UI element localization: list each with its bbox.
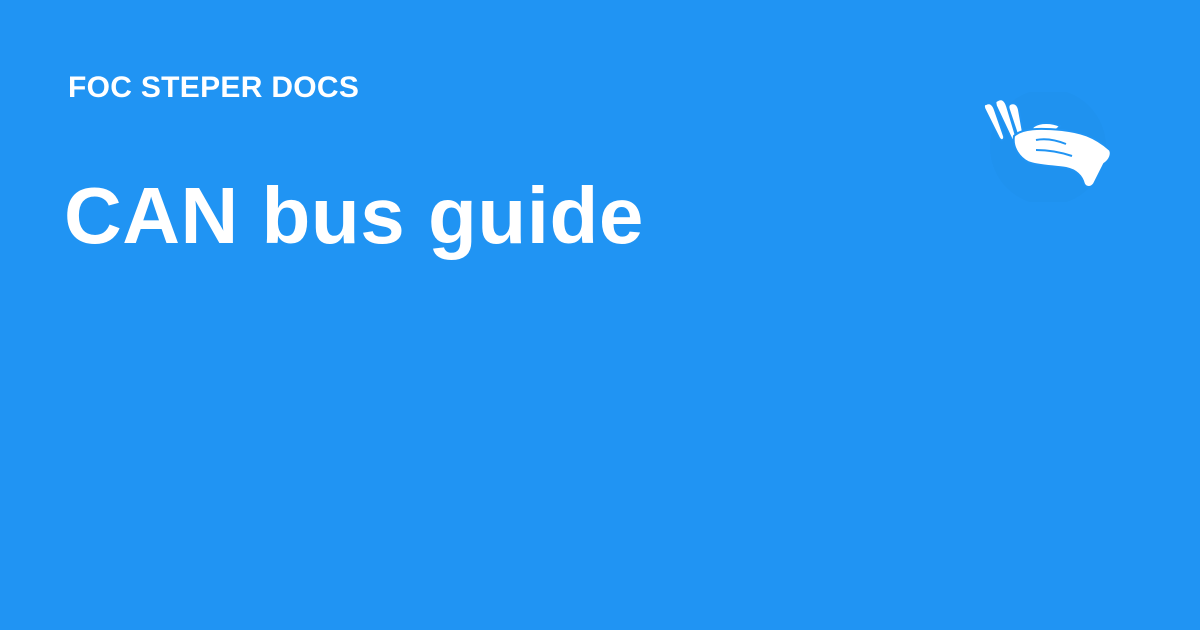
page-title: CAN bus guide <box>64 171 644 260</box>
hand-icon <box>976 92 1120 202</box>
social-card: FOC STEPER DOCS CAN bus guide <box>0 0 1200 630</box>
site-name: FOC STEPER DOCS <box>68 71 360 104</box>
